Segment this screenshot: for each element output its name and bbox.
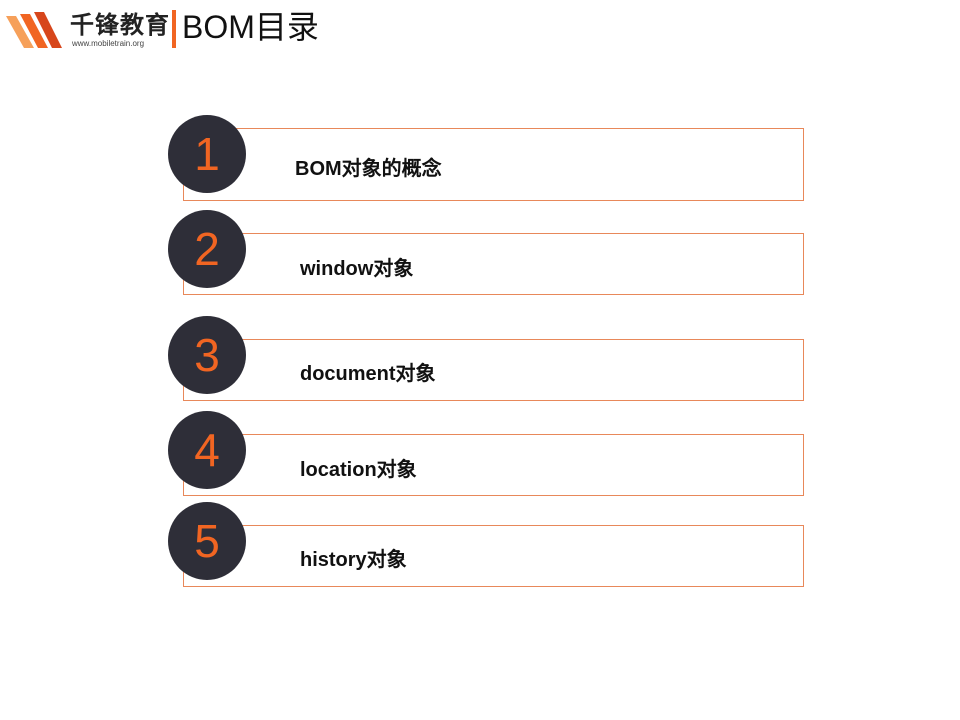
agenda-number: 2 xyxy=(194,223,220,275)
agenda-number-circle: 2 xyxy=(168,210,246,288)
agenda-item-box xyxy=(183,339,804,401)
agenda-item-label: BOM对象的概念 xyxy=(295,158,442,180)
agenda-item-label: document对象 xyxy=(300,363,436,385)
agenda-item-box xyxy=(183,233,804,295)
agenda-number: 4 xyxy=(194,424,220,476)
agenda-number: 3 xyxy=(194,329,220,381)
brand-name: 千锋教育 xyxy=(70,11,170,39)
page-title: BOM目录 xyxy=(182,9,319,45)
agenda-item-box xyxy=(183,525,804,587)
agenda-item-label: history对象 xyxy=(300,549,407,571)
agenda-number: 1 xyxy=(194,128,220,180)
brand-mark-icon xyxy=(6,12,62,48)
agenda-item-box xyxy=(183,128,804,201)
agenda-number-circle: 1 xyxy=(168,115,246,193)
brand-url: www.mobiletrain.org xyxy=(72,39,145,48)
agenda-number: 5 xyxy=(194,515,220,567)
agenda-item-box xyxy=(183,434,804,496)
agenda-number-circle: 4 xyxy=(168,411,246,489)
agenda-number-circle: 5 xyxy=(168,502,246,580)
agenda-number-circle: 3 xyxy=(168,316,246,394)
title-accent-bar xyxy=(172,10,176,48)
brand-logo: 千锋教育 www.mobiletrain.org xyxy=(4,8,176,50)
agenda-item-label: location对象 xyxy=(300,459,417,481)
agenda-item-label: window对象 xyxy=(300,258,414,280)
